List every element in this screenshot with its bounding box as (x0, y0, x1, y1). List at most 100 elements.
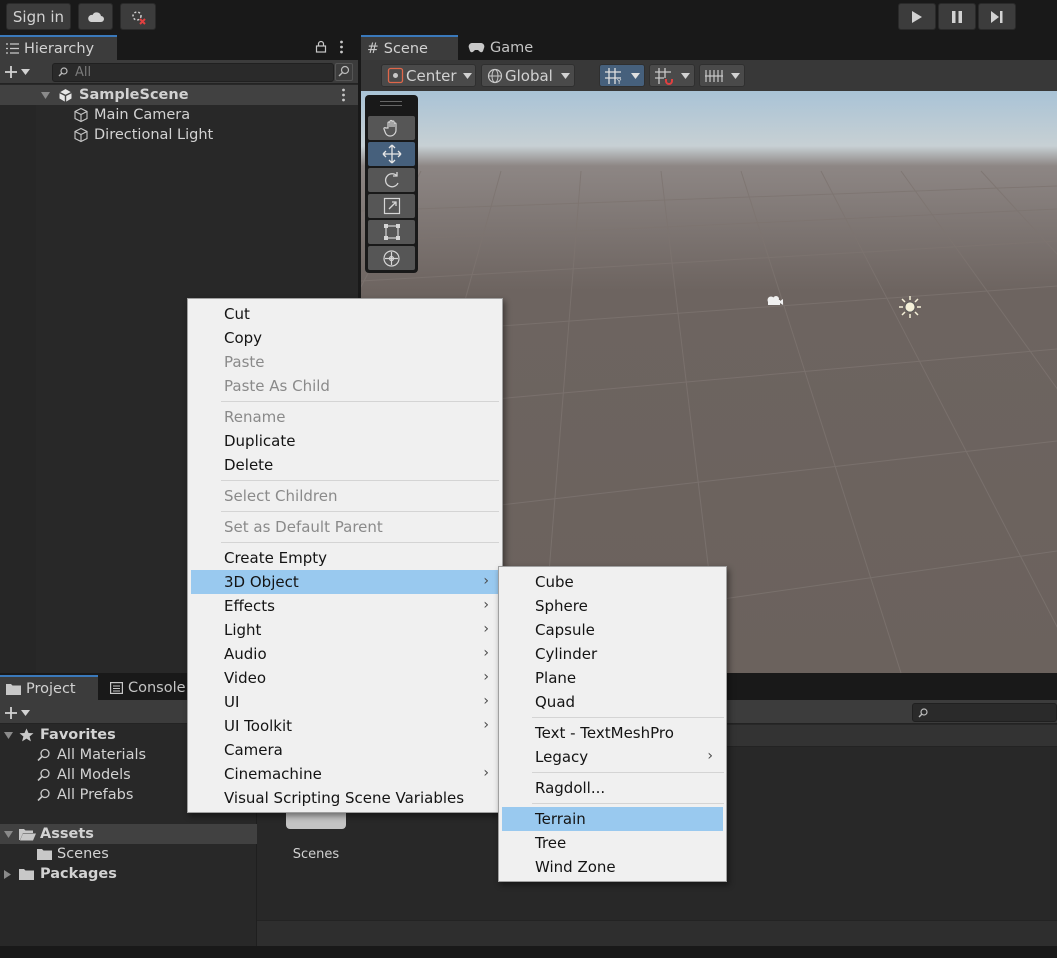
tab-hierarchy[interactable]: Hierarchy (0, 35, 117, 60)
search-icon (58, 67, 68, 77)
tab-project[interactable]: Project (0, 675, 98, 700)
camera-gizmo-icon[interactable] (765, 294, 783, 308)
menu-item-ui[interactable]: UI › (191, 690, 499, 714)
menu-item-label: Paste (224, 353, 265, 371)
search-scene-icon (338, 65, 350, 77)
assets-item-scenes[interactable]: Scenes (0, 844, 257, 864)
tab-scene[interactable]: # Scene (361, 35, 458, 60)
pivot-rotation-label: Global (505, 66, 553, 85)
chevron-down-icon (21, 69, 30, 75)
rotate-icon (384, 172, 399, 188)
menu-item-delete[interactable]: Delete (191, 453, 499, 477)
lock-icon[interactable] (315, 40, 327, 53)
hierarchy-scene-row[interactable]: SampleScene (0, 85, 358, 105)
menu-item-copy[interactable]: Copy (191, 326, 499, 350)
hierarchy-item-directional-light[interactable]: Directional Light (0, 125, 358, 145)
more-icon[interactable] (339, 40, 344, 54)
submenu-item-cube[interactable]: Cube (502, 570, 723, 594)
project-search-input[interactable] (912, 703, 1057, 722)
menu-item-create-empty[interactable]: Create Empty (191, 546, 499, 570)
menu-item-video[interactable]: Video › (191, 666, 499, 690)
increment-snap-icon (705, 69, 723, 82)
menu-item-visual-scripting-scene-variables[interactable]: Visual Scripting Scene Variables (191, 786, 499, 810)
menu-item-select-children[interactable]: Select Children (191, 484, 499, 508)
pause-button[interactable] (938, 3, 976, 30)
overlay-drag-handle[interactable] (380, 101, 402, 106)
submenu-item-cylinder[interactable]: Cylinder (502, 642, 723, 666)
submenu-item-wind-zone[interactable]: Wind Zone (502, 855, 723, 879)
submenu-item-plane[interactable]: Plane (502, 666, 723, 690)
menu-item-paste[interactable]: Paste (191, 350, 499, 374)
step-button[interactable] (978, 3, 1016, 30)
submenu-arrow-icon: › (483, 669, 489, 685)
tab-game[interactable]: Game (460, 35, 540, 60)
submenu-item-legacy[interactable]: Legacy › (502, 745, 723, 769)
foldout-open-icon[interactable] (41, 91, 50, 99)
submenu-arrow-icon: › (483, 573, 489, 589)
play-button[interactable] (898, 3, 936, 30)
grid-toggle-dropdown[interactable]: Y (599, 64, 645, 87)
scene-more-icon[interactable] (341, 88, 346, 102)
menu-item-cut[interactable]: Cut (191, 302, 499, 326)
rect-tool-button[interactable] (368, 220, 415, 244)
menu-item-label: Light (224, 621, 262, 639)
hand-tool-button[interactable] (368, 116, 415, 140)
chevron-down-icon (681, 72, 690, 79)
project-create-dropdown[interactable] (4, 703, 38, 723)
scene-search-button[interactable] (335, 63, 353, 81)
menu-item-label: Effects (224, 597, 275, 615)
sign-in-button[interactable]: Sign in (6, 3, 71, 30)
foldout-open-icon[interactable] (4, 731, 13, 739)
foldout-open-icon[interactable] (4, 830, 13, 838)
menu-item-ui-toolkit[interactable]: UI Toolkit › (191, 714, 499, 738)
increment-snap-dropdown[interactable] (699, 64, 745, 87)
snap-magnet-icon (655, 67, 673, 85)
scale-icon (383, 197, 400, 215)
tab-console-label: Console (128, 679, 186, 696)
chevron-down-icon (21, 710, 30, 716)
menu-item-set-default-parent[interactable]: Set as Default Parent (191, 515, 499, 539)
submenu-item-textmeshpro[interactable]: Text - TextMeshPro (502, 721, 723, 745)
menu-item-paste-as-child[interactable]: Paste As Child (191, 374, 499, 398)
hierarchy-search-input[interactable]: All (52, 63, 334, 82)
menu-item-cinemachine[interactable]: Cinemachine › (191, 762, 499, 786)
hierarchy-gutter (0, 85, 36, 673)
submenu-item-terrain[interactable]: Terrain (502, 807, 723, 831)
light-gizmo-icon[interactable] (899, 296, 921, 318)
menu-item-camera[interactable]: Camera (191, 738, 499, 762)
submenu-item-quad[interactable]: Quad (502, 690, 723, 714)
assets-row[interactable]: Assets (0, 824, 257, 844)
menu-separator (221, 401, 499, 402)
submenu-arrow-icon: › (483, 717, 489, 733)
submenu-arrow-icon: › (483, 765, 489, 781)
project-footer (257, 920, 1057, 947)
pivot-mode-dropdown[interactable]: Center (381, 64, 476, 87)
transform-tools-overlay (365, 95, 418, 273)
menu-item-rename[interactable]: Rename (191, 405, 499, 429)
search-icon (37, 768, 50, 782)
move-tool-button[interactable] (368, 142, 415, 166)
submenu-item-tree[interactable]: Tree (502, 831, 723, 855)
submenu-item-ragdoll[interactable]: Ragdoll... (502, 776, 723, 800)
menu-item-label: Cube (535, 573, 574, 591)
chevron-down-icon (631, 72, 640, 79)
snap-dropdown[interactable] (649, 64, 695, 87)
create-dropdown[interactable] (4, 62, 38, 82)
packages-row[interactable]: Packages (0, 864, 257, 884)
foldout-closed-icon[interactable] (4, 869, 11, 879)
cloud-button[interactable] (78, 3, 113, 30)
pivot-rotation-dropdown[interactable]: Global (481, 64, 575, 87)
hierarchy-item-main-camera[interactable]: Main Camera (0, 105, 358, 125)
assets-label: Assets (40, 826, 94, 842)
scale-tool-button[interactable] (368, 194, 415, 218)
menu-item-light[interactable]: Light › (191, 618, 499, 642)
transform-tool-button[interactable] (368, 246, 415, 270)
menu-item-3d-object[interactable]: 3D Object › (191, 570, 499, 594)
menu-item-audio[interactable]: Audio › (191, 642, 499, 666)
rotate-tool-button[interactable] (368, 168, 415, 192)
menu-item-duplicate[interactable]: Duplicate (191, 429, 499, 453)
submenu-item-sphere[interactable]: Sphere (502, 594, 723, 618)
menu-item-effects[interactable]: Effects › (191, 594, 499, 618)
submenu-item-capsule[interactable]: Capsule (502, 618, 723, 642)
collab-button[interactable] (120, 3, 156, 30)
